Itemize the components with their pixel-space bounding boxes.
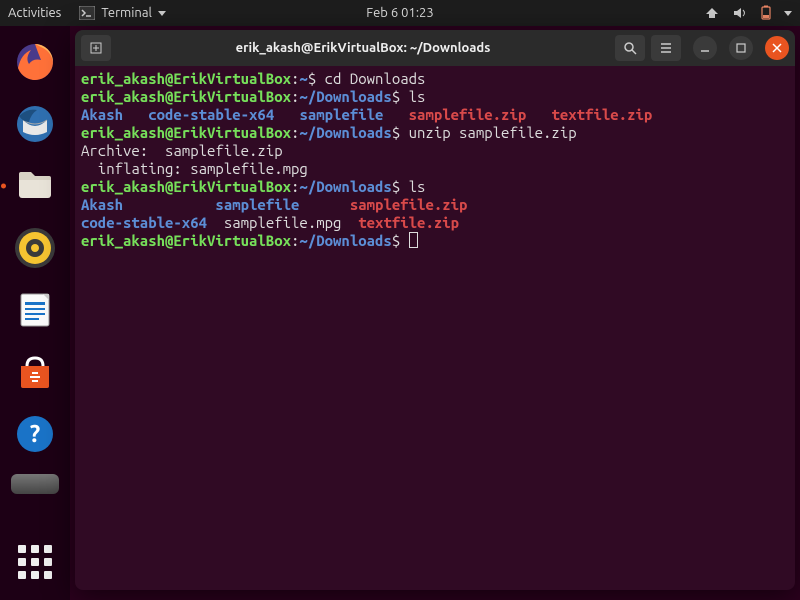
term-line: Akash code-stable-x64 samplefile samplef… — [81, 106, 789, 124]
term-line: erik_akash@ErikVirtualBox:~/Downloads$ u… — [81, 124, 789, 142]
terminal-body[interactable]: erik_akash@ErikVirtualBox:~$ cd Download… — [75, 66, 795, 590]
help-icon[interactable]: ? — [11, 410, 59, 458]
titlebar[interactable]: erik_akash@ErikVirtualBox: ~/Downloads — [75, 30, 795, 66]
app-menu[interactable]: Terminal — [79, 6, 166, 20]
battery-icon[interactable] — [760, 5, 772, 21]
minimize-button[interactable] — [693, 36, 717, 60]
close-button[interactable] — [765, 36, 789, 60]
system-menu-chevron-icon[interactable] — [784, 11, 792, 16]
minimize-icon — [699, 42, 711, 54]
gnome-topbar: Activities Terminal Feb 6 01:23 — [0, 0, 800, 26]
libreoffice-writer-icon[interactable] — [11, 286, 59, 334]
terminal-window: erik_akash@ErikVirtualBox: ~/Downloads e… — [75, 30, 795, 590]
activities-button[interactable]: Activities — [8, 6, 61, 20]
close-icon — [771, 42, 783, 54]
running-indicator — [1, 184, 6, 189]
rhythmbox-icon[interactable] — [11, 224, 59, 272]
clock[interactable]: Feb 6 01:23 — [366, 6, 433, 20]
external-drive-icon[interactable] — [11, 472, 59, 496]
window-title: erik_akash@ErikVirtualBox: ~/Downloads — [117, 41, 609, 55]
maximize-button[interactable] — [729, 36, 753, 60]
firefox-icon[interactable] — [11, 38, 59, 86]
new-tab-icon — [88, 40, 104, 56]
hamburger-menu-button[interactable] — [651, 35, 681, 61]
show-applications-button[interactable] — [11, 538, 59, 586]
dock: ? — [0, 26, 70, 600]
term-line: erik_akash@ErikVirtualBox:~$ cd Download… — [81, 70, 789, 88]
volume-icon[interactable] — [732, 6, 748, 20]
term-line: erik_akash@ErikVirtualBox:~/Downloads$ — [81, 232, 789, 250]
term-line: erik_akash@ErikVirtualBox:~/Downloads$ l… — [81, 88, 789, 106]
search-button[interactable] — [615, 35, 645, 61]
term-line: Akash samplefile samplefile.zip — [81, 196, 789, 214]
apps-grid-icon — [18, 545, 52, 579]
svg-text:?: ? — [30, 420, 41, 447]
network-icon[interactable] — [704, 6, 720, 20]
chevron-down-icon — [158, 11, 166, 16]
files-icon[interactable] — [11, 162, 59, 210]
cursor — [409, 232, 418, 248]
maximize-icon — [735, 42, 747, 54]
ubuntu-software-icon[interactable] — [11, 348, 59, 396]
terminal-icon — [79, 6, 95, 20]
new-tab-button[interactable] — [81, 35, 111, 61]
hamburger-icon — [658, 40, 674, 56]
term-line: inflating: samplefile.mpg — [81, 160, 789, 178]
term-line: Archive: samplefile.zip — [81, 142, 789, 160]
term-line: code-stable-x64 samplefile.mpg textfile.… — [81, 214, 789, 232]
search-icon — [622, 40, 638, 56]
term-line: erik_akash@ErikVirtualBox:~/Downloads$ l… — [81, 178, 789, 196]
app-menu-label: Terminal — [101, 6, 152, 20]
thunderbird-icon[interactable] — [11, 100, 59, 148]
